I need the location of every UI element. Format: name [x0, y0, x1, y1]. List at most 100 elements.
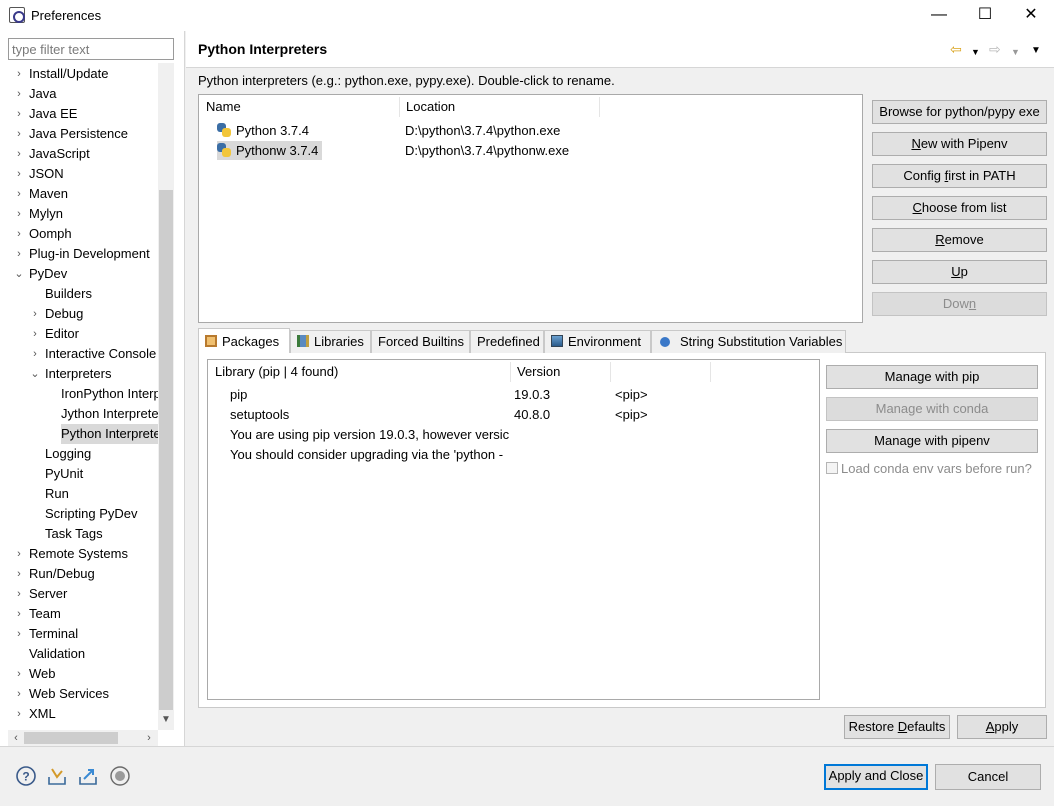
- column-header-source[interactable]: [610, 362, 710, 382]
- tree-collapsed-chevron-icon[interactable]: ›: [14, 624, 24, 644]
- tree-collapsed-chevron-icon[interactable]: ›: [30, 304, 40, 324]
- config-first-in-path-button[interactable]: Config first in PATH: [872, 164, 1047, 188]
- tree-item[interactable]: › Editor: [0, 324, 158, 344]
- tree-expanded-chevron-icon[interactable]: ⌄: [14, 264, 24, 284]
- tree-collapsed-chevron-icon[interactable]: ›: [14, 104, 24, 124]
- tree-collapsed-chevron-icon[interactable]: ›: [14, 224, 24, 244]
- tree-collapsed-chevron-icon[interactable]: ›: [14, 64, 24, 84]
- tree-item[interactable]: › Plug-in Development: [0, 244, 158, 264]
- tree-collapsed-chevron-icon[interactable]: ›: [14, 704, 24, 724]
- minimize-button[interactable]: —: [916, 0, 962, 31]
- scroll-down-icon[interactable]: ▼: [158, 712, 174, 728]
- back-menu-chevron-icon[interactable]: ▼: [971, 44, 980, 60]
- tab-environment[interactable]: Environment: [544, 330, 651, 353]
- column-header-version[interactable]: Version: [510, 362, 610, 382]
- tree-item[interactable]: › Remote Systems: [0, 544, 158, 564]
- choose-from-list-button[interactable]: Choose from list: [872, 196, 1047, 220]
- forward-arrow-icon[interactable]: ⇨: [989, 41, 1001, 57]
- apply-button[interactable]: Apply: [957, 715, 1047, 739]
- close-button[interactable]: ✕: [1008, 0, 1054, 31]
- scroll-left-icon[interactable]: ‹: [8, 730, 24, 746]
- tree-collapsed-chevron-icon[interactable]: ›: [14, 564, 24, 584]
- tree-collapsed-chevron-icon[interactable]: ›: [14, 124, 24, 144]
- tree-collapsed-chevron-icon[interactable]: ›: [14, 684, 24, 704]
- view-menu-icon[interactable]: ▼: [1031, 43, 1041, 59]
- back-arrow-icon[interactable]: ⇦: [950, 41, 962, 57]
- restore-defaults-button[interactable]: Restore Defaults: [844, 715, 950, 739]
- interpreters-table[interactable]: Name Location Python 3.7.4 D:\python\3.7…: [198, 94, 863, 323]
- tab-predefined[interactable]: Predefined: [470, 330, 544, 353]
- scroll-right-icon[interactable]: ›: [141, 730, 157, 746]
- manage-with-pipenv-button[interactable]: Manage with pipenv: [826, 429, 1038, 453]
- tree-item[interactable]: › Debug: [0, 304, 158, 324]
- help-icon[interactable]: ?: [15, 765, 37, 787]
- tree-expanded-chevron-icon[interactable]: ⌄: [30, 364, 40, 384]
- tree-collapsed-chevron-icon[interactable]: ›: [14, 604, 24, 624]
- tree-item[interactable]: › Maven: [0, 184, 158, 204]
- tree-item[interactable]: › Oomph: [0, 224, 158, 244]
- export-icon[interactable]: [77, 765, 99, 787]
- tree-collapsed-chevron-icon[interactable]: ›: [14, 84, 24, 104]
- tree-collapsed-chevron-icon[interactable]: ›: [14, 184, 24, 204]
- tree-item[interactable]: IronPython Interp: [0, 384, 158, 404]
- manage-with-pip-button[interactable]: Manage with pip: [826, 365, 1038, 389]
- tab-libraries[interactable]: Libraries: [290, 330, 371, 353]
- tree-horizontal-scroll-thumb[interactable]: [24, 732, 118, 744]
- tab-packages[interactable]: Packages: [198, 328, 290, 353]
- tree-collapsed-chevron-icon[interactable]: ›: [14, 244, 24, 264]
- new-with-pipenv-button[interactable]: New with Pipenv: [872, 132, 1047, 156]
- tree-item[interactable]: › Java Persistence: [0, 124, 158, 144]
- tree-item[interactable]: Validation: [0, 644, 158, 664]
- remove-button[interactable]: Remove: [872, 228, 1047, 252]
- tree-item[interactable]: › Run/Debug: [0, 564, 158, 584]
- tree-item[interactable]: › Interactive Console: [0, 344, 158, 364]
- tree-item[interactable]: › JSON: [0, 164, 158, 184]
- pip-warning-line[interactable]: You are using pip version 19.0.3, howeve…: [230, 425, 510, 445]
- package-name[interactable]: pip: [230, 385, 510, 405]
- cancel-button[interactable]: Cancel: [935, 764, 1041, 790]
- tree-item[interactable]: Jython Interprete: [0, 404, 158, 424]
- package-name[interactable]: setuptools: [230, 405, 510, 425]
- up-button[interactable]: Up: [872, 260, 1047, 284]
- import-icon[interactable]: [46, 765, 68, 787]
- tree-item[interactable]: Scripting PyDev: [0, 504, 158, 524]
- tree-item[interactable]: Task Tags: [0, 524, 158, 544]
- tree-item[interactable]: Python Interprete: [0, 424, 158, 444]
- tree-collapsed-chevron-icon[interactable]: ›: [30, 324, 40, 344]
- manage-with-conda-button[interactable]: Manage with conda: [826, 397, 1038, 421]
- tree-item[interactable]: › Team: [0, 604, 158, 624]
- interpreter-row-selected[interactable]: Pythonw 3.7.4: [217, 141, 323, 160]
- tree-item[interactable]: PyUnit: [0, 464, 158, 484]
- column-header-name[interactable]: Name: [199, 97, 399, 117]
- tree-item[interactable]: ⌄ Interpreters: [0, 364, 158, 384]
- tree-collapsed-chevron-icon[interactable]: ›: [14, 144, 24, 164]
- tree-item[interactable]: Builders: [0, 284, 158, 304]
- tree-item[interactable]: › Terminal: [0, 624, 158, 644]
- tree-collapsed-chevron-icon[interactable]: ›: [14, 584, 24, 604]
- packages-table[interactable]: Library (pip | 4 found) Version pip 19.0…: [207, 359, 820, 700]
- forward-menu-chevron-icon[interactable]: ▼: [1011, 44, 1020, 60]
- column-header-location[interactable]: Location: [399, 97, 599, 117]
- tree-item[interactable]: › XML: [0, 704, 158, 724]
- tree-item[interactable]: Logging: [0, 444, 158, 464]
- tree-collapsed-chevron-icon[interactable]: ›: [14, 164, 24, 184]
- down-button[interactable]: Down: [872, 292, 1047, 316]
- filter-input[interactable]: [8, 38, 174, 60]
- apply-and-close-button[interactable]: Apply and Close: [824, 764, 928, 790]
- tree-item[interactable]: › Mylyn: [0, 204, 158, 224]
- tree-vertical-scroll-thumb[interactable]: [159, 190, 173, 710]
- tab-forced-builtins[interactable]: Forced Builtins: [371, 330, 470, 353]
- record-icon[interactable]: [109, 765, 131, 787]
- maximize-button[interactable]: ☐: [962, 0, 1008, 31]
- tree-item[interactable]: › Web: [0, 664, 158, 684]
- interpreter-row[interactable]: Python 3.7.4: [217, 121, 309, 140]
- tree-item[interactable]: › Server: [0, 584, 158, 604]
- pip-warning-line[interactable]: You should consider upgrading via the 'p…: [230, 445, 510, 465]
- tree-item[interactable]: › Java: [0, 84, 158, 104]
- column-header-library[interactable]: Library (pip | 4 found): [208, 362, 510, 382]
- browse-python-button[interactable]: Browse for python/pypy exe: [872, 100, 1047, 124]
- tree-item[interactable]: › Install/Update: [0, 64, 158, 84]
- tree-collapsed-chevron-icon[interactable]: ›: [14, 544, 24, 564]
- tree-item[interactable]: › Web Services: [0, 684, 158, 704]
- tree-item[interactable]: › Java EE: [0, 104, 158, 124]
